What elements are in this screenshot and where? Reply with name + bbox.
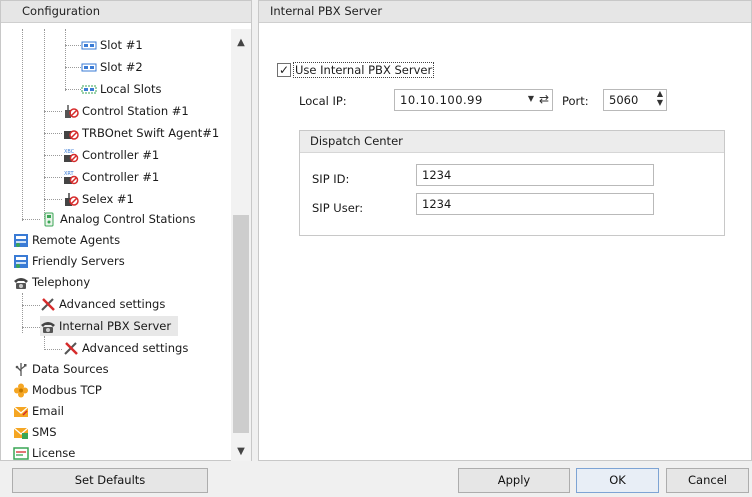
- configuration-header: Configuration: [1, 1, 251, 23]
- configuration-tree: Slot #1 Slot #2 Local Slots Control Stat…: [1, 29, 231, 461]
- dispatch-center-group: Dispatch Center SIP ID: 1234 SIP User: 1…: [299, 130, 725, 236]
- tools-icon: [63, 341, 79, 356]
- sip-user-label: SIP User:: [312, 201, 364, 215]
- analog-station-icon: [41, 212, 57, 227]
- remote-agents-icon: [13, 233, 29, 248]
- port-label: Port:: [562, 94, 589, 108]
- local-slots-icon: [81, 82, 97, 97]
- scroll-thumb[interactable]: [233, 215, 249, 433]
- settings-panel: Internal PBX Server ✓ Use Internal PBX S…: [258, 0, 752, 461]
- cancel-button[interactable]: Cancel: [666, 468, 749, 493]
- refresh-icon[interactable]: ⇄: [539, 92, 549, 106]
- set-defaults-button[interactable]: Set Defaults: [12, 468, 208, 493]
- slot-icon: [81, 60, 97, 75]
- controller-icon: XRT: [63, 170, 79, 185]
- agent-icon: [63, 126, 79, 141]
- checkbox-check-icon[interactable]: ✓: [277, 63, 291, 77]
- telephone-icon: [13, 275, 29, 290]
- gear-flower-icon: [13, 383, 29, 398]
- local-ip-label: Local IP:: [299, 94, 347, 108]
- usb-icon: [13, 362, 29, 377]
- settings-header: Internal PBX Server: [259, 1, 751, 23]
- apply-button[interactable]: Apply: [458, 468, 570, 493]
- scroll-down-arrow-icon[interactable]: ▼: [231, 446, 251, 457]
- dispatch-center-title: Dispatch Center: [300, 131, 724, 153]
- telephone-icon: [40, 319, 56, 334]
- slot-icon: [81, 38, 97, 53]
- email-icon: [13, 404, 29, 419]
- spinner-arrows-icon[interactable]: ▲ ▼: [657, 89, 663, 107]
- control-station-icon: [63, 104, 79, 119]
- sms-icon: [13, 425, 29, 440]
- sip-user-input[interactable]: 1234: [416, 193, 654, 215]
- tree-scrollbar[interactable]: ▲ ▼: [231, 29, 251, 461]
- selex-icon: [63, 192, 79, 207]
- dropdown-arrow-icon[interactable]: ▼: [528, 94, 534, 103]
- sip-id-label: SIP ID:: [312, 172, 350, 186]
- tools-icon: [40, 297, 56, 312]
- scroll-up-arrow-icon[interactable]: ▲: [231, 37, 251, 48]
- friendly-servers-icon: [13, 254, 29, 269]
- tree-item-internal-pbx-server[interactable]: Internal PBX Server: [40, 316, 178, 336]
- license-icon: [13, 446, 29, 461]
- configuration-panel: Configuration Slot #1 Slot #2 Local Slot…: [0, 0, 252, 461]
- local-ip-combobox[interactable]: 10.10.100.99 ▼ ⇄: [394, 89, 553, 111]
- controller-icon: XBC: [63, 148, 79, 163]
- ok-button[interactable]: OK: [576, 468, 659, 493]
- port-spinner[interactable]: 5060 ▲ ▼: [603, 89, 667, 111]
- sip-id-input[interactable]: 1234: [416, 164, 654, 186]
